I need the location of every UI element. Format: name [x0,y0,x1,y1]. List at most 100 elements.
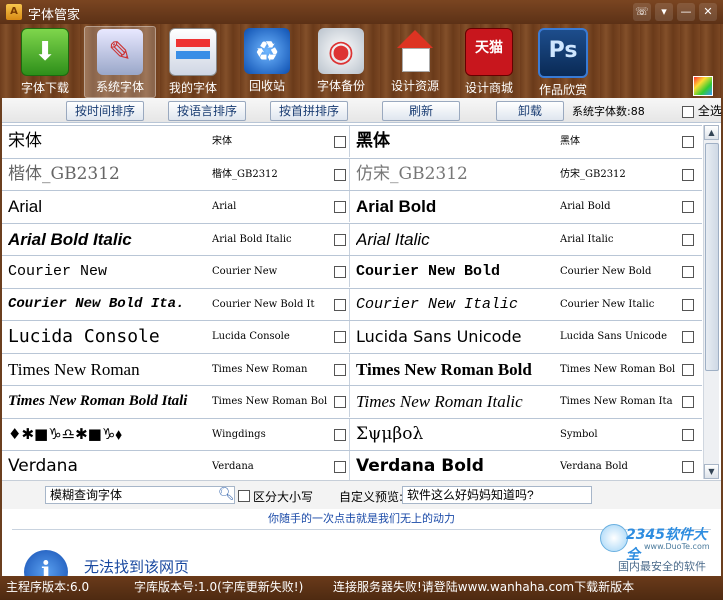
feedback-icon[interactable]: ☏ [633,3,651,21]
font-checkbox[interactable] [682,331,694,343]
scroll-down-icon[interactable]: ▼ [704,464,719,479]
font-sample-left[interactable]: Lucida Console [8,321,206,352]
font-sample-left[interactable]: Verdana [8,451,206,482]
font-sample-right[interactable]: Lucida Sans Unicode [356,321,554,352]
house-icon [392,28,438,74]
font-sample-left[interactable]: Arial Bold Italic [8,224,206,255]
font-name-left: Verdana [212,461,254,472]
uninstall-button[interactable]: 卸载 [496,101,564,121]
tool-font-download[interactable]: 字体下载 [10,26,80,96]
font-checkbox[interactable] [334,331,346,343]
case-sensitive-label: 区分大小写 [253,490,314,504]
font-sample-right[interactable]: Arial Bold [356,191,554,222]
column-separator [349,418,350,450]
app-logo-icon: A [6,4,22,20]
font-checkbox[interactable] [334,428,346,441]
main-version: 主程序版本:6.0 [6,580,90,594]
font-sample-right[interactable]: Times New Roman Bold [356,354,554,385]
font-checkbox[interactable] [334,363,346,376]
font-checkbox[interactable] [682,428,694,441]
tool-my-fonts[interactable]: 我的字体 [158,26,228,96]
font-checkbox[interactable] [334,201,346,213]
scroll-up-icon[interactable]: ▲ [704,125,719,140]
font-row: ♦✱■♑♎✱■♑⬧ Wingdings Σψμβολ Symbol [2,418,702,451]
sort-by-language-button[interactable]: 按语言排序 [168,101,246,121]
font-search-input[interactable] [45,486,235,504]
font-checkbox[interactable] [682,233,694,246]
font-checkbox[interactable] [334,396,346,408]
tool-recycle-bin[interactable]: 回收站 [232,26,302,96]
column-separator [349,191,350,222]
select-all[interactable]: 全选 [682,102,722,119]
tool-system-fonts[interactable]: 系统字体 [84,26,156,98]
page-not-found-message: 无法找到该网页 [84,558,190,576]
close-button[interactable]: ✕ [699,3,717,21]
skin-palette-icon[interactable] [693,76,713,96]
font-sample-left[interactable]: 楷体_GB2312 [8,159,206,190]
font-name-left: Times New Roman Bol [212,396,328,407]
font-checkbox[interactable] [334,298,346,311]
font-sample-right[interactable]: Σψμβολ [356,419,554,450]
font-box-icon [169,28,217,76]
sort-by-time-button[interactable]: 按时间排序 [66,101,144,121]
font-checkbox[interactable] [682,266,694,278]
tool-design-mall[interactable]: 设计商城 [454,26,524,96]
font-sample-left[interactable]: Courier New Bold Ita. [8,289,206,320]
search-icon[interactable]: 🔍︎ [218,487,235,502]
tool-font-backup[interactable]: 字体备份 [306,26,376,96]
font-name-left: Wingdings [212,428,266,440]
main-toolbar: 字体下载 系统字体 我的字体 回收站 字体备份 设计资源 设计商城 作品欣赏 [0,24,723,98]
font-checkbox[interactable] [682,363,694,376]
tool-label: 回收站 [248,79,285,93]
photoshop-icon [538,28,588,78]
font-checkbox[interactable] [682,461,694,473]
font-name-left: 楷体_GB2312 [212,168,278,180]
font-checkbox[interactable] [682,298,694,311]
font-checkbox[interactable] [682,201,694,213]
custom-preview-input[interactable] [402,486,592,504]
tool-label: 设计资源 [390,79,439,93]
scroll-thumb[interactable] [705,143,719,371]
font-row: Verdana Verdana Verdana Bold Verdana Bol… [2,451,702,484]
download-icon [21,28,69,76]
font-sample-right[interactable]: 仿宋_GB2312 [356,159,554,190]
font-sample-right[interactable]: Arial Italic [356,224,554,255]
font-sample-left[interactable]: Arial [8,191,206,222]
font-checkbox[interactable] [334,168,346,181]
tool-gallery[interactable]: 作品欣赏 [528,26,598,97]
font-checkbox[interactable] [334,233,346,246]
font-sample-left[interactable]: Times New Roman [8,354,206,385]
minimize-button[interactable]: — [677,3,695,21]
font-checkbox[interactable] [334,461,346,473]
tool-design-resources[interactable]: 设计资源 [380,26,450,96]
font-sample-right[interactable]: Verdana Bold [356,451,554,482]
font-checkbox[interactable] [334,266,346,278]
refresh-button[interactable]: 刷新 [382,101,460,121]
font-list-scrollbar[interactable]: ▲ ▼ [703,125,719,479]
select-all-checkbox[interactable] [682,105,694,118]
tool-label: 作品欣赏 [538,83,587,97]
font-checkbox[interactable] [334,136,346,148]
sort-by-pinyin-button[interactable]: 按首拼排序 [270,101,348,121]
font-name-left: Courier New Bold It [212,298,315,310]
menu-icon[interactable]: ▾ [655,3,673,21]
font-sample-left[interactable]: Courier New [8,256,206,287]
window-controls: ☏ ▾ — ✕ [633,3,717,21]
font-sample-right[interactable]: Courier New Italic [356,289,554,320]
font-checkbox[interactable] [682,396,694,408]
font-sample-left[interactable]: Times New Roman Bold Itali [8,386,206,417]
font-name-right: Verdana Bold [560,461,628,472]
font-sample-right[interactable]: Times New Roman Italic [356,386,554,417]
font-name-right: Times New Roman Bol [560,363,676,375]
custom-preview-label: 自定义预览: [339,490,404,504]
font-checkbox[interactable] [682,168,694,181]
font-sample-left[interactable]: ♦✱■♑♎✱■♑⬧ [8,419,206,450]
font-sample-left[interactable]: 宋体 [8,126,206,157]
case-sensitive-checkbox[interactable] [238,490,250,502]
status-bar: 主程序版本:6.0 字库版本号:1.0(字库更新失败!) 连接服务器失败!请登陆… [0,576,723,600]
font-checkbox[interactable] [682,136,694,148]
font-sample-right[interactable]: 黑体 [356,126,554,157]
font-sample-right[interactable]: Courier New Bold [356,256,554,287]
disc-backup-icon [318,28,364,74]
font-name-right: 黑体 [560,136,580,147]
